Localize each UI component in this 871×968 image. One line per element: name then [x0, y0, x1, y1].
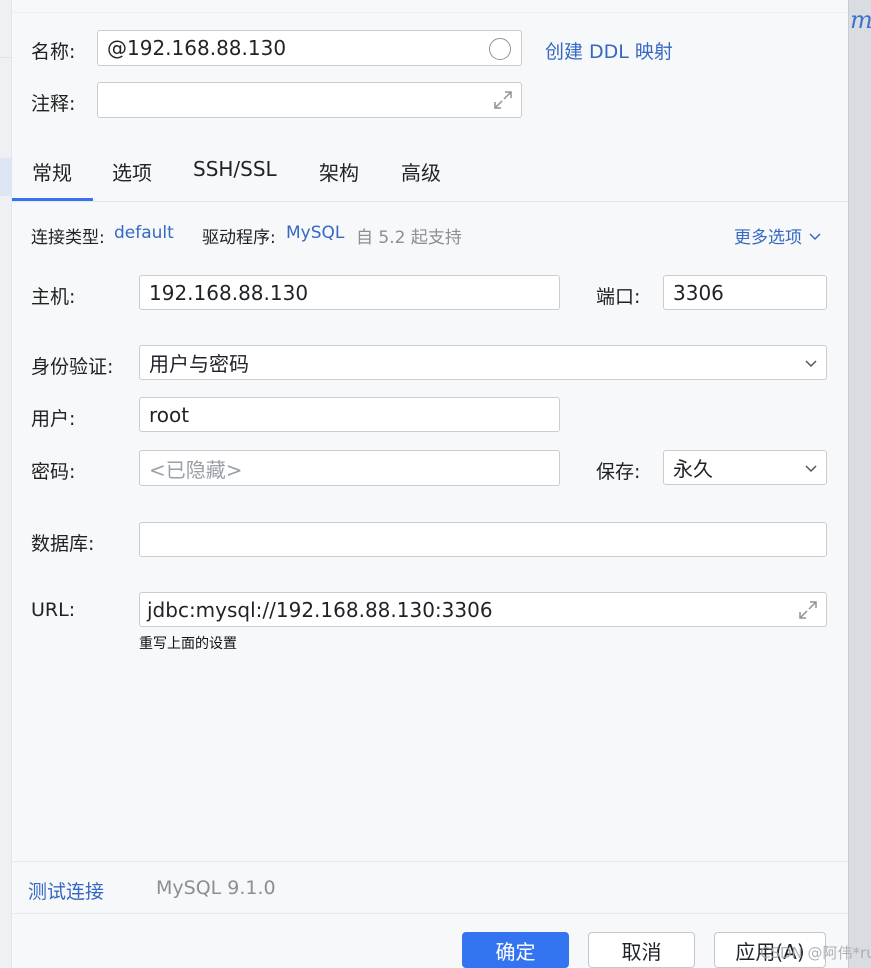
port-input[interactable]: 3306 [663, 275, 827, 310]
chevron-down-icon [805, 360, 817, 368]
host-input[interactable]: 192.168.88.130 [139, 275, 560, 310]
tab-options[interactable]: 选项 [112, 157, 152, 186]
port-input-value: 3306 [673, 280, 724, 305]
save-label: 保存: [596, 461, 641, 483]
user-input[interactable]: root [139, 397, 560, 432]
connection-type-value[interactable]: default [114, 223, 174, 243]
footer-divider [12, 861, 848, 862]
password-placeholder: <已隐藏> [149, 457, 243, 482]
comment-input[interactable] [97, 82, 522, 118]
footer-divider-bottom [12, 913, 848, 914]
password-input[interactable]: <已隐藏> [139, 450, 560, 486]
port-label: 端口: [596, 286, 641, 308]
cancel-button[interactable]: 取消 [588, 932, 695, 968]
name-input[interactable]: @192.168.88.130 [97, 30, 522, 66]
driver-value[interactable]: MySQL [286, 223, 344, 243]
top-divider [12, 12, 848, 13]
url-label: URL: [31, 599, 76, 621]
save-select[interactable]: 永久 [663, 450, 827, 485]
name-label: 名称: [31, 41, 76, 63]
tab-advanced[interactable]: 高级 [401, 157, 441, 186]
chevron-down-icon [809, 232, 821, 240]
tab-ssh-ssl[interactable]: SSH/SSL [193, 157, 277, 181]
left-panel-divider [0, 57, 12, 58]
comment-label: 注释: [31, 93, 76, 115]
driver-label: 驱动程序: [202, 228, 276, 248]
left-panel-selection [0, 158, 12, 196]
driver-version: MySQL 9.1.0 [156, 877, 276, 899]
expand-icon[interactable] [796, 598, 820, 622]
ok-button[interactable]: 确定 [462, 932, 569, 968]
driver-support-note: 自 5.2 起支持 [356, 228, 462, 248]
more-options-label: 更多选项 [734, 228, 802, 248]
active-tab-indicator [12, 198, 93, 201]
right-panel-edge: m [848, 0, 871, 968]
chevron-down-icon [805, 465, 817, 473]
expand-icon[interactable] [491, 88, 515, 112]
url-input[interactable]: jdbc:mysql://192.168.88.130:3306 [139, 592, 827, 627]
color-picker-icon[interactable] [489, 38, 511, 60]
tab-general[interactable]: 常规 [32, 157, 72, 186]
database-label: 数据库: [31, 533, 95, 555]
name-input-value: @192.168.88.130 [107, 36, 287, 60]
user-input-value: root [149, 402, 190, 427]
host-input-value: 192.168.88.130 [149, 280, 309, 305]
user-label: 用户: [31, 408, 76, 430]
connection-type-label: 连接类型: [31, 228, 105, 248]
more-options-button[interactable]: 更多选项 [734, 223, 822, 248]
auth-label: 身份验证: [31, 356, 114, 378]
tab-schemas[interactable]: 架构 [319, 157, 359, 186]
auth-select-value: 用户与密码 [149, 352, 249, 376]
url-override-hint: 重写上面的设置 [139, 636, 237, 652]
host-label: 主机: [31, 286, 76, 308]
left-panel-edge [0, 0, 12, 968]
save-select-value: 永久 [673, 457, 713, 481]
password-label: 密码: [31, 461, 76, 483]
tab-bar-divider [12, 201, 848, 202]
test-connection-link[interactable]: 测试连接 [28, 877, 104, 904]
watermark: CSDN @阿伟*rui [760, 944, 871, 962]
right-panel-glyph: m [850, 6, 871, 34]
database-input[interactable] [139, 522, 827, 557]
create-ddl-link[interactable]: 创建 DDL 映射 [545, 37, 673, 64]
auth-select[interactable]: 用户与密码 [139, 345, 827, 380]
url-input-value: jdbc:mysql://192.168.88.130:3306 [147, 597, 493, 622]
